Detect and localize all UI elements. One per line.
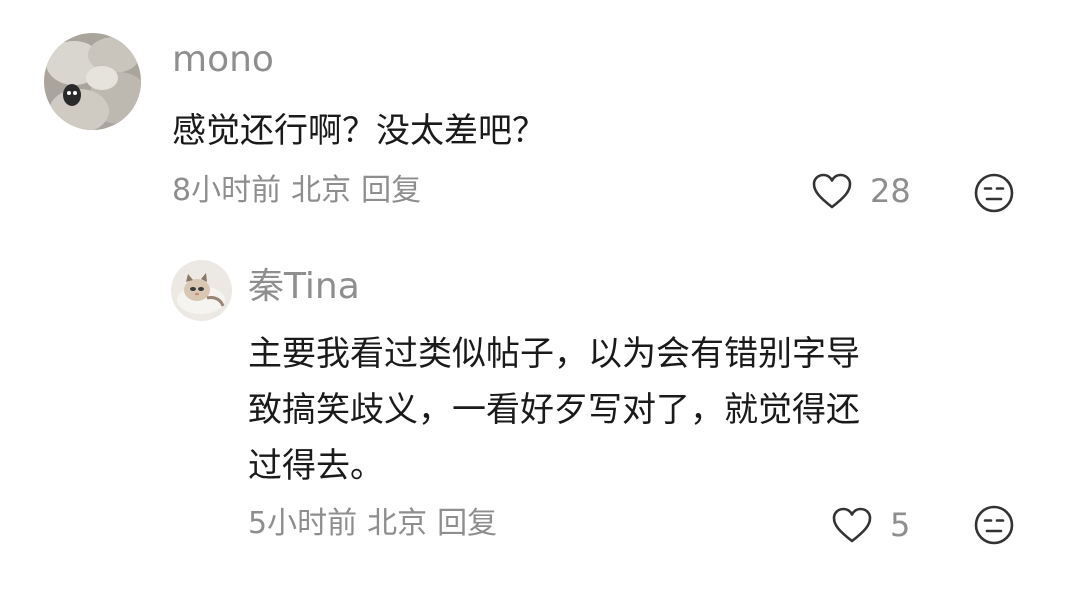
location: 北京: [291, 173, 352, 208]
comment-item: mono 感觉还行啊？没太差吧？ 8小时前 北京 回复 28: [0, 0, 1080, 230]
avatar[interactable]: [44, 33, 141, 130]
timestamp: 8小时前: [172, 173, 282, 208]
reply-button[interactable]: 回复: [361, 173, 421, 208]
neutral-face-icon: [974, 505, 1014, 545]
comment-meta: 8小时前 北京 回复: [172, 171, 431, 211]
cat-avatar-image: [171, 260, 232, 321]
heart-outline-icon: [812, 173, 852, 209]
comment-meta: 5小时前 北京 回复: [248, 504, 507, 544]
comment-text-line: 致搞笑歧义，一看好歹写对了，就觉得还: [248, 390, 860, 430]
neutral-face-icon: [974, 173, 1014, 213]
reply-item: 秦Tina 主要我看过类似帖子，以为会有错别字导 致搞笑歧义，一看好歹写对了，就…: [0, 240, 1080, 580]
like-count: 28: [870, 172, 911, 210]
comment-text-line: 过得去。: [248, 446, 384, 486]
dislike-button[interactable]: [971, 170, 1017, 216]
comment-text: 主要我看过类似帖子，以为会有错别字导 致搞笑歧义，一看好歹写对了，就觉得还 过得…: [248, 326, 1028, 494]
like-button[interactable]: [828, 502, 876, 548]
dislike-button[interactable]: [971, 502, 1017, 548]
comment-text-line: 主要我看过类似帖子，以为会有错别字导: [248, 334, 860, 374]
like-button[interactable]: [808, 168, 856, 214]
timestamp: 5小时前: [248, 506, 358, 541]
heart-outline-icon: [832, 507, 872, 543]
like-count: 5: [890, 506, 911, 544]
username[interactable]: 秦Tina: [248, 267, 360, 307]
sheep-avatar-image: [44, 33, 141, 130]
username[interactable]: mono: [172, 40, 274, 80]
reply-button[interactable]: 回复: [437, 506, 497, 541]
avatar[interactable]: [171, 260, 232, 321]
location: 北京: [367, 506, 428, 541]
comment-text: 感觉还行啊？没太差吧？: [172, 111, 546, 151]
